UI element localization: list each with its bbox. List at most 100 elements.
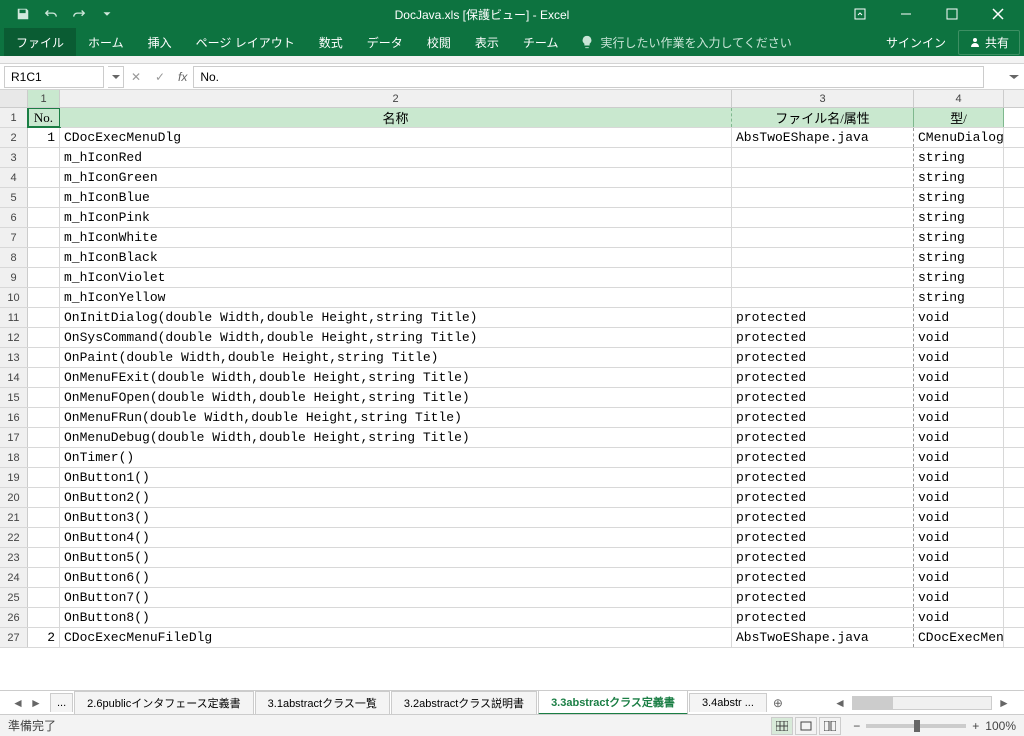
row-header[interactable]: 25 <box>0 588 28 607</box>
row-header[interactable]: 4 <box>0 168 28 187</box>
cell[interactable]: protected <box>732 388 914 407</box>
cell[interactable]: OnButton2() <box>60 488 732 507</box>
cell[interactable] <box>28 168 60 187</box>
enter-formula-button[interactable]: ✓ <box>148 66 172 88</box>
cell[interactable]: protected <box>732 368 914 387</box>
row-header[interactable]: 14 <box>0 368 28 387</box>
share-button[interactable]: 共有 <box>958 30 1020 55</box>
sheet-tab-2[interactable]: 3.1abstractクラス一覧 <box>255 691 390 714</box>
cell[interactable]: void <box>914 588 1004 607</box>
cell[interactable]: protected <box>732 308 914 327</box>
cell[interactable]: OnButton1() <box>60 468 732 487</box>
cell[interactable] <box>28 328 60 347</box>
qat-dropdown[interactable] <box>96 3 118 25</box>
tab-view[interactable]: 表示 <box>463 28 511 56</box>
cell[interactable]: OnMenuFRun(double Width,double Height,st… <box>60 408 732 427</box>
row-header[interactable]: 9 <box>0 268 28 287</box>
cell[interactable] <box>28 528 60 547</box>
zoom-slider[interactable] <box>866 724 966 728</box>
cell[interactable] <box>28 148 60 167</box>
cell[interactable]: protected <box>732 528 914 547</box>
signin-button[interactable]: サインイン <box>874 34 958 51</box>
row-header[interactable]: 1 <box>0 108 28 127</box>
cell[interactable]: No. <box>28 108 60 127</box>
row-header[interactable]: 24 <box>0 568 28 587</box>
cell[interactable] <box>28 608 60 627</box>
cell[interactable] <box>28 248 60 267</box>
cell[interactable]: void <box>914 408 1004 427</box>
cell[interactable]: protected <box>732 548 914 567</box>
cell[interactable] <box>28 568 60 587</box>
cell[interactable]: void <box>914 608 1004 627</box>
close-button[interactable] <box>976 0 1020 28</box>
view-pagebreak-button[interactable] <box>819 717 841 735</box>
cell[interactable]: void <box>914 448 1004 467</box>
cell[interactable] <box>28 308 60 327</box>
formula-expand[interactable] <box>1004 72 1024 82</box>
col-header-2[interactable]: 2 <box>60 90 732 107</box>
cell[interactable]: OnMenuFExit(double Width,double Height,s… <box>60 368 732 387</box>
tab-insert[interactable]: 挿入 <box>136 28 184 56</box>
cell[interactable] <box>28 348 60 367</box>
redo-button[interactable] <box>68 3 90 25</box>
row-header[interactable]: 27 <box>0 628 28 647</box>
cell[interactable]: 1 <box>28 128 60 147</box>
cell[interactable] <box>28 408 60 427</box>
tab-data[interactable]: データ <box>355 28 415 56</box>
cell[interactable]: m_hIconBlack <box>60 248 732 267</box>
row-header[interactable]: 26 <box>0 608 28 627</box>
view-normal-button[interactable] <box>771 717 793 735</box>
row-header[interactable]: 19 <box>0 468 28 487</box>
cell[interactable] <box>732 228 914 247</box>
cell[interactable] <box>732 268 914 287</box>
cell[interactable]: void <box>914 328 1004 347</box>
sheet-tab-1[interactable]: 2.6publicインタフェース定義書 <box>74 691 253 714</box>
cell[interactable] <box>732 288 914 307</box>
cell[interactable]: OnInitDialog(double Width,double Height,… <box>60 308 732 327</box>
col-header-4[interactable]: 4 <box>914 90 1004 107</box>
row-header[interactable]: 15 <box>0 388 28 407</box>
cell[interactable]: CDocExecMen <box>914 628 1004 647</box>
cell[interactable]: void <box>914 368 1004 387</box>
cell[interactable]: OnPaint(double Width,double Height,strin… <box>60 348 732 367</box>
cell[interactable]: protected <box>732 468 914 487</box>
row-header[interactable]: 23 <box>0 548 28 567</box>
cell[interactable]: AbsTwoEShape.java <box>732 128 914 147</box>
cell[interactable]: protected <box>732 608 914 627</box>
select-all-corner[interactable] <box>0 90 28 107</box>
row-header[interactable]: 2 <box>0 128 28 147</box>
cell[interactable]: string <box>914 188 1004 207</box>
add-sheet-button[interactable]: ⊕ <box>768 696 788 710</box>
cell[interactable]: string <box>914 228 1004 247</box>
row-header[interactable]: 16 <box>0 408 28 427</box>
cell[interactable] <box>732 248 914 267</box>
row-header[interactable]: 6 <box>0 208 28 227</box>
hscroll-right[interactable]: ► <box>996 695 1012 711</box>
name-box[interactable]: R1C1 <box>4 66 104 88</box>
cell[interactable]: m_hIconPink <box>60 208 732 227</box>
minimize-button[interactable] <box>884 0 928 28</box>
cell[interactable]: void <box>914 308 1004 327</box>
cell[interactable]: void <box>914 528 1004 547</box>
cell[interactable] <box>732 168 914 187</box>
cell[interactable]: string <box>914 268 1004 287</box>
cell[interactable] <box>28 448 60 467</box>
cell[interactable]: ファイル名/属性 <box>732 108 914 127</box>
cell[interactable]: 型/ <box>914 108 1004 127</box>
maximize-button[interactable] <box>930 0 974 28</box>
cell[interactable]: protected <box>732 448 914 467</box>
cell[interactable]: void <box>914 468 1004 487</box>
cell[interactable] <box>28 428 60 447</box>
cell[interactable]: protected <box>732 488 914 507</box>
row-header[interactable]: 7 <box>0 228 28 247</box>
cell[interactable]: m_hIconGreen <box>60 168 732 187</box>
cancel-formula-button[interactable]: ✕ <box>124 66 148 88</box>
tab-layout[interactable]: ページ レイアウト <box>184 28 307 56</box>
cell[interactable]: string <box>914 248 1004 267</box>
cell[interactable]: void <box>914 568 1004 587</box>
cell[interactable]: m_hIconViolet <box>60 268 732 287</box>
cell[interactable]: void <box>914 548 1004 567</box>
cell[interactable]: m_hIconRed <box>60 148 732 167</box>
cell[interactable]: void <box>914 388 1004 407</box>
row-header[interactable]: 11 <box>0 308 28 327</box>
